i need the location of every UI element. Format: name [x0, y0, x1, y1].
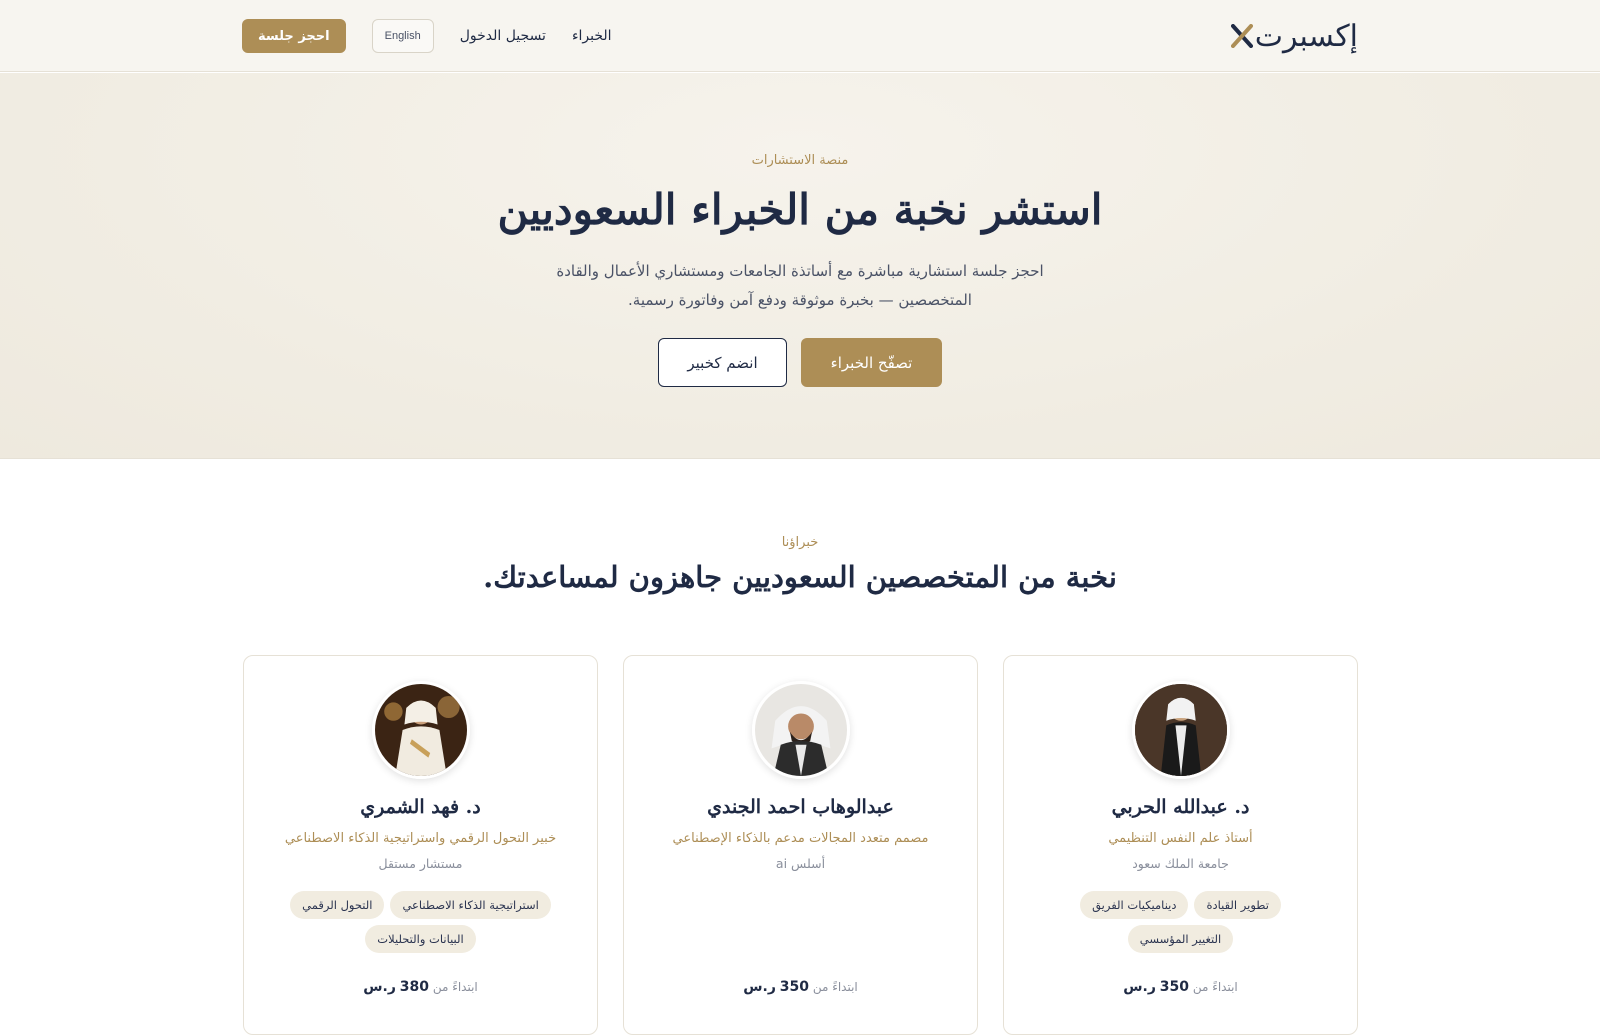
browse-experts-button[interactable]: تصفّح الخبراء	[801, 338, 942, 387]
expert-avatar	[751, 681, 850, 779]
expert-organization: أسلس ai	[775, 856, 826, 871]
expert-role: مصمم متعدد المجالات مدعم بالذكاء الإصطنا…	[672, 831, 929, 846]
top-navigation-inner: إكسبرت الخبراء تسجيل الدخول English احجز…	[242, 0, 1359, 72]
price-prefix: ابتداءً من	[1192, 980, 1238, 994]
hero-eyebrow: منصة الاستشارات	[751, 153, 849, 168]
expert-tag: التحول الرقمي	[290, 891, 385, 919]
price-prefix: ابتداءً من	[432, 980, 478, 994]
expert-avatar	[1131, 681, 1230, 779]
price-currency: ر.س	[743, 979, 776, 995]
nav-actions: الخبراء تسجيل الدخول English احجز جلسة	[242, 19, 612, 53]
language-toggle-button[interactable]: English	[371, 19, 434, 53]
expert-tag: ديناميكيات الفريق	[1080, 891, 1189, 919]
expert-photo-icon	[374, 684, 467, 776]
expert-tag: البيانات والتحليلات	[365, 925, 476, 953]
expert-price: ابتداءً من 380 ر.س	[244, 979, 597, 995]
expert-role: أستاذ علم النفس التنظيمي	[1108, 831, 1253, 846]
hero-section: منصة الاستشارات استشر نخبة من الخبراء ال…	[0, 73, 1600, 459]
hero-title: استشر نخبة من الخبراء السعوديين	[497, 185, 1103, 234]
experts-title: نخبة من المتخصصين السعوديين جاهزون لمساع…	[483, 560, 1117, 594]
expert-tag: تطوير القيادة	[1194, 891, 1281, 919]
expert-tag: التغيير المؤسسي	[1127, 925, 1234, 953]
expert-name: عبدالوهاب احمد الجندي	[707, 796, 894, 818]
expert-photo-icon	[1134, 684, 1227, 776]
expert-photo-icon	[754, 684, 847, 776]
top-navigation-bar: إكسبرت الخبراء تسجيل الدخول English احجز…	[0, 0, 1600, 72]
price-prefix: ابتداءً من	[812, 980, 858, 994]
expert-cards-list: د. عبدالله الحربي أستاذ علم النفس التنظي…	[242, 655, 1358, 1035]
experts-section: خبراؤنا نخبة من المتخصصين السعوديين جاهز…	[0, 460, 1600, 1035]
brand-x-icon	[1230, 24, 1253, 48]
expert-card[interactable]: عبدالوهاب احمد الجندي مصمم متعدد المجالا…	[623, 655, 978, 1035]
price-value: 350	[1159, 979, 1189, 995]
price-currency: ر.س	[363, 979, 396, 995]
expert-tags: تطوير القيادة ديناميكيات الفريق التغيير …	[1044, 891, 1317, 953]
brand-logo-text: إكسبرت	[1254, 18, 1359, 54]
expert-tags: استراتيجية الذكاء الاصطناعي التحول الرقم…	[284, 891, 557, 953]
expert-card[interactable]: د. عبدالله الحربي أستاذ علم النفس التنظي…	[1003, 655, 1358, 1035]
expert-name: د. عبدالله الحربي	[1111, 796, 1250, 818]
nav-link-login[interactable]: تسجيل الدخول	[460, 28, 546, 44]
expert-price: ابتداءً من 350 ر.س	[1004, 979, 1357, 995]
expert-name: د. فهد الشمري	[360, 796, 481, 818]
brand-logo[interactable]: إكسبرت	[1230, 18, 1359, 54]
price-currency: ر.س	[1123, 979, 1156, 995]
price-value: 380	[399, 979, 429, 995]
join-as-expert-button[interactable]: انضم كخبير	[658, 338, 787, 387]
hero-cta-group: تصفّح الخبراء انضم كخبير	[0, 338, 1600, 387]
hero-subtitle: احجز جلسة استشارية مباشرة مع أساتذة الجا…	[556, 262, 1044, 309]
expert-price: ابتداءً من 350 ر.س	[624, 979, 977, 995]
expert-tag: استراتيجية الذكاء الاصطناعي	[390, 891, 551, 919]
expert-avatar	[371, 681, 470, 779]
expert-role: خبير التحول الرقمي واستراتيجية الذكاء ال…	[284, 831, 557, 846]
nav-link-experts[interactable]: الخبراء	[572, 28, 612, 44]
book-session-button[interactable]: احجز جلسة	[242, 19, 346, 53]
price-value: 350	[779, 979, 809, 995]
expert-organization: مستشار مستقل	[378, 856, 463, 871]
expert-organization: جامعة الملك سعود	[1132, 856, 1229, 871]
expert-card[interactable]: د. فهد الشمري خبير التحول الرقمي واسترات…	[243, 655, 598, 1035]
experts-eyebrow: خبراؤنا	[781, 535, 819, 550]
